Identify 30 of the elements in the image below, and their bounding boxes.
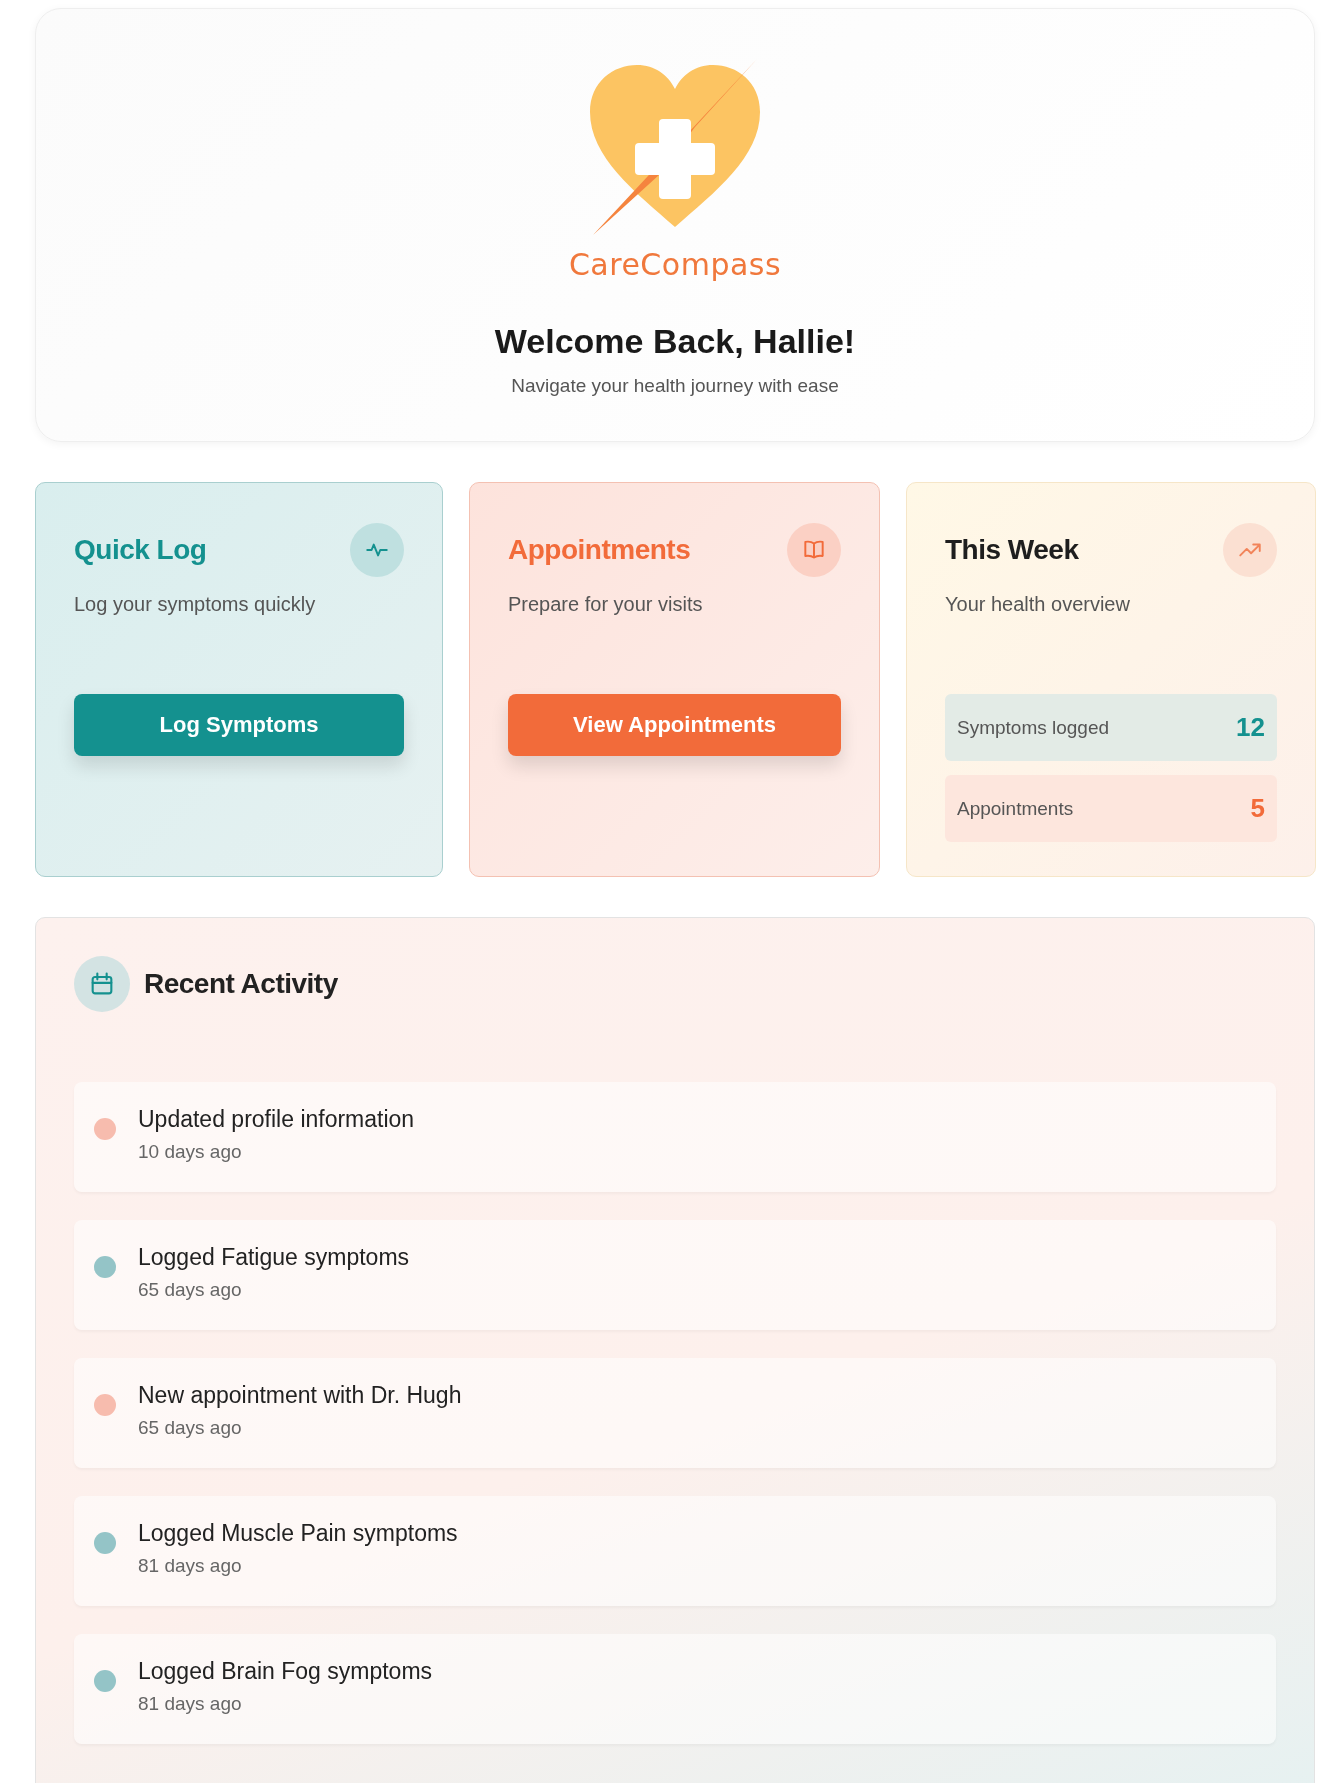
stat-label: Symptoms logged [957,716,1110,739]
stat-label: Appointments [957,797,1074,820]
pulse-icon [350,523,404,577]
welcome-subtitle: Navigate your health journey with ease [511,375,839,397]
card-title: Quick Log [74,534,207,566]
stat-value: 12 [1236,712,1265,743]
activity-time: 81 days ago [138,1555,243,1577]
book-icon [787,523,841,577]
welcome-title: Welcome Back, Hallie! [494,322,856,361]
card-subtitle: Log your symptoms quickly [74,593,317,616]
brand-name: CareCompass [568,247,782,282]
activity-text: Logged Muscle Pain symptoms [138,1520,458,1547]
calendar-icon [74,956,130,1012]
section-title: Recent Activity [144,968,338,1000]
activity-time: 10 days ago [138,1141,243,1163]
action-button[interactable]: Log Symptoms [74,694,404,756]
card-title: This Week [945,534,1079,566]
activity-time: 81 days ago [138,1693,243,1715]
activity-text: New appointment with Dr. Hugh [138,1382,462,1409]
stat-value: 5 [1250,793,1265,824]
card-title: Appointments [508,534,691,566]
activity-text: Logged Fatigue symptoms [138,1244,410,1271]
card-subtitle: Prepare for your visits [508,593,704,616]
activity-text: Logged Brain Fog symptoms [138,1658,433,1685]
activity-time: 65 days ago [138,1417,243,1439]
card-subtitle: Your health overview [945,593,1131,616]
activity-text: Updated profile information [138,1106,415,1133]
activity-time: 65 days ago [138,1279,243,1301]
trend-up-icon [1223,523,1277,577]
action-button[interactable]: View Appointments [508,694,841,756]
